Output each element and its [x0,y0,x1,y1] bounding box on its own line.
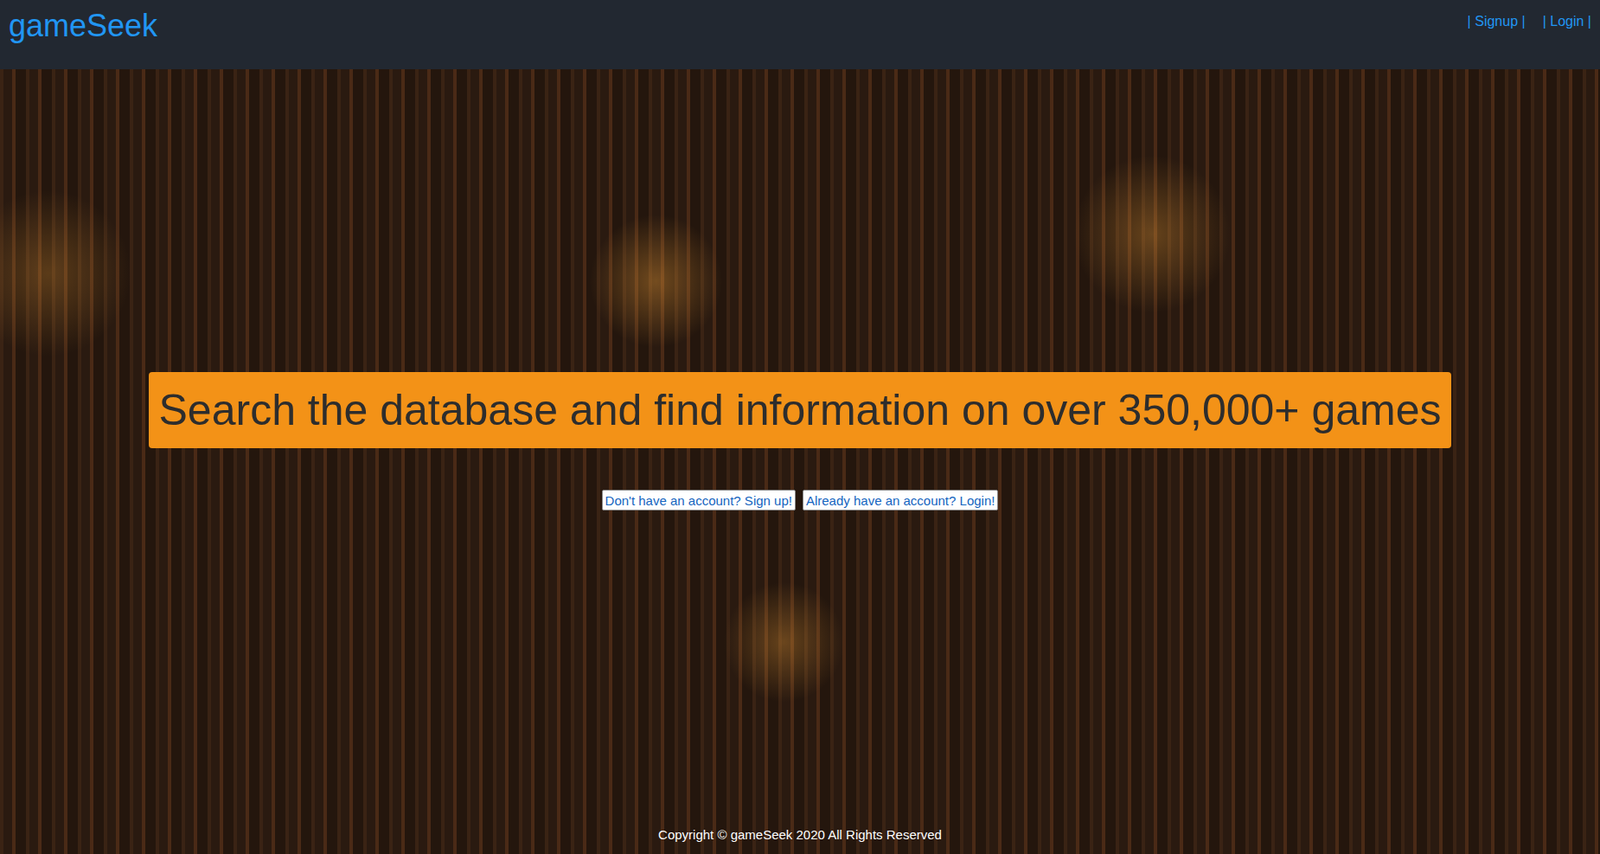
navbar: gameSeek | Signup | | Login | [0,0,1600,70]
background-photo: Search the database and find information… [0,69,1600,854]
copyright-text: Copyright © gameSeek 2020 All Rights Res… [658,826,942,842]
nav-link[interactable]: | Signup | [1467,13,1526,30]
auth-button[interactable]: Don't have an account? Sign up! [601,489,796,511]
brand-logo[interactable]: gameSeek [8,6,158,45]
page: gameSeek | Signup | | Login | Search the … [0,0,1600,854]
headline-banner: Search the database and find information… [148,371,1453,448]
nav-links: | Signup | | Login | [1467,6,1592,30]
auth-button[interactable]: Already have an account? Login! [802,489,999,511]
nav-link[interactable]: | Login | [1542,13,1592,30]
footer: Copyright © gameSeek 2020 All Rights Res… [658,826,942,854]
auth-buttons: Don't have an account? Sign up! Already h… [601,489,999,511]
